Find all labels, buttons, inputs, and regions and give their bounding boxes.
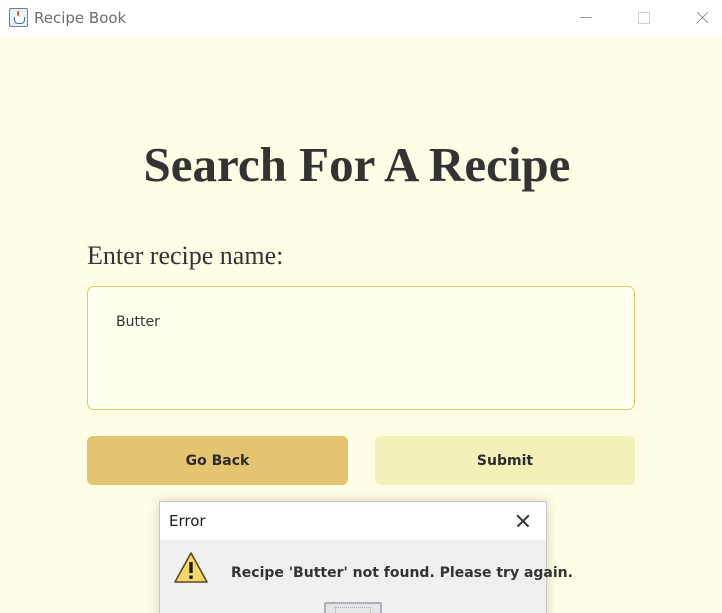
recipe-book-window: Recipe Book Search For A Recipe Enter re… [0,0,722,613]
error-dialog: Error Recipe 'Butter' not found. Please … [159,501,573,613]
dialog-title-bar: Error [160,502,546,540]
submit-button[interactable]: Submit [375,436,635,485]
dialog-title: Error [169,512,206,530]
warning-icon [174,552,208,583]
go-back-button[interactable]: Go Back [87,436,348,485]
dialog-message: Recipe 'Butter' not found. Please try ag… [231,565,573,581]
window-title: Recipe Book [34,9,127,27]
dialog-ok-button[interactable] [324,602,382,613]
recipe-name-label: Enter recipe name: [87,241,284,270]
maximize-button[interactable] [620,0,666,37]
title-bar: Recipe Book [0,0,722,37]
page-title: Search For A Recipe [143,137,571,192]
close-button[interactable] [679,0,722,37]
java-cup-icon [9,8,28,27]
recipe-name-input[interactable]: Butter [87,286,635,410]
minimize-button[interactable] [563,0,609,37]
dialog-close-icon[interactable] [512,510,534,532]
